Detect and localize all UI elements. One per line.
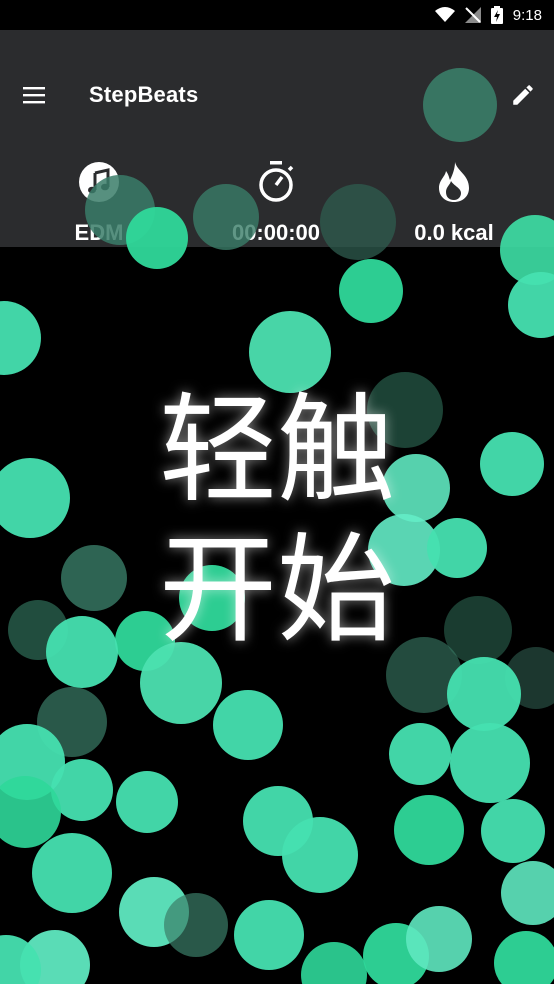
calories-value: 0.0 kcal	[414, 220, 494, 245]
bubble	[339, 259, 403, 323]
bubble	[282, 817, 358, 893]
bubble	[0, 458, 70, 538]
bubble	[0, 935, 41, 984]
calories-stat: 0.0 kcal	[384, 160, 524, 246]
bubble	[444, 596, 512, 664]
bubble	[447, 657, 521, 731]
bubble	[0, 724, 65, 800]
status-icons: 9:18	[434, 5, 542, 25]
bubble	[164, 893, 228, 957]
start-text-line2: 开始	[158, 521, 395, 659]
elapsed-time-value: 00:00:00	[231, 220, 321, 245]
bubble	[51, 759, 113, 821]
wifi-icon	[434, 7, 455, 23]
bubble	[508, 272, 554, 338]
edit-button[interactable]	[510, 82, 536, 108]
start-text-line1: 轻触	[158, 381, 395, 519]
bubble	[0, 776, 61, 848]
stopwatch-icon	[259, 161, 294, 202]
genre-value: EDM	[74, 220, 124, 245]
bubble	[480, 432, 544, 496]
bubble	[450, 723, 530, 803]
bubble	[301, 942, 367, 984]
bubble	[61, 545, 127, 611]
hamburger-menu-icon	[23, 87, 45, 104]
bubble	[32, 833, 112, 913]
bubble	[427, 518, 487, 578]
status-time: 9:18	[512, 6, 542, 24]
bubble	[234, 900, 304, 970]
menu-button[interactable]	[22, 85, 48, 105]
bubble	[46, 616, 118, 688]
signal-icon	[464, 7, 481, 23]
bubble	[0, 301, 41, 375]
bubble	[213, 690, 283, 760]
bubble	[389, 723, 451, 785]
flame-icon	[439, 162, 469, 202]
bubble	[37, 687, 107, 757]
bubble	[116, 771, 178, 833]
pencil-icon	[513, 85, 533, 105]
bubble	[394, 795, 464, 865]
bubble	[363, 923, 429, 984]
bubble	[20, 930, 90, 984]
bubble	[243, 786, 313, 856]
timer-stat: 00:00:00	[206, 160, 346, 246]
app-bar: StepBeats EDM 00:00:00 0.0 kcal	[0, 30, 554, 247]
bubble	[505, 647, 554, 709]
bubble	[494, 931, 554, 984]
music-note-icon	[79, 162, 119, 202]
app-title: StepBeats	[89, 82, 199, 107]
bubble	[406, 906, 472, 972]
tap-to-start-button[interactable]: 轻触 开始	[120, 380, 434, 660]
bubble	[8, 600, 68, 660]
bubble	[119, 877, 189, 947]
battery-charging-icon	[490, 6, 503, 24]
bubble	[481, 799, 545, 863]
bubble	[501, 861, 554, 925]
status-bar: 9:18	[0, 0, 554, 30]
genre-stat[interactable]: EDM	[29, 160, 169, 246]
